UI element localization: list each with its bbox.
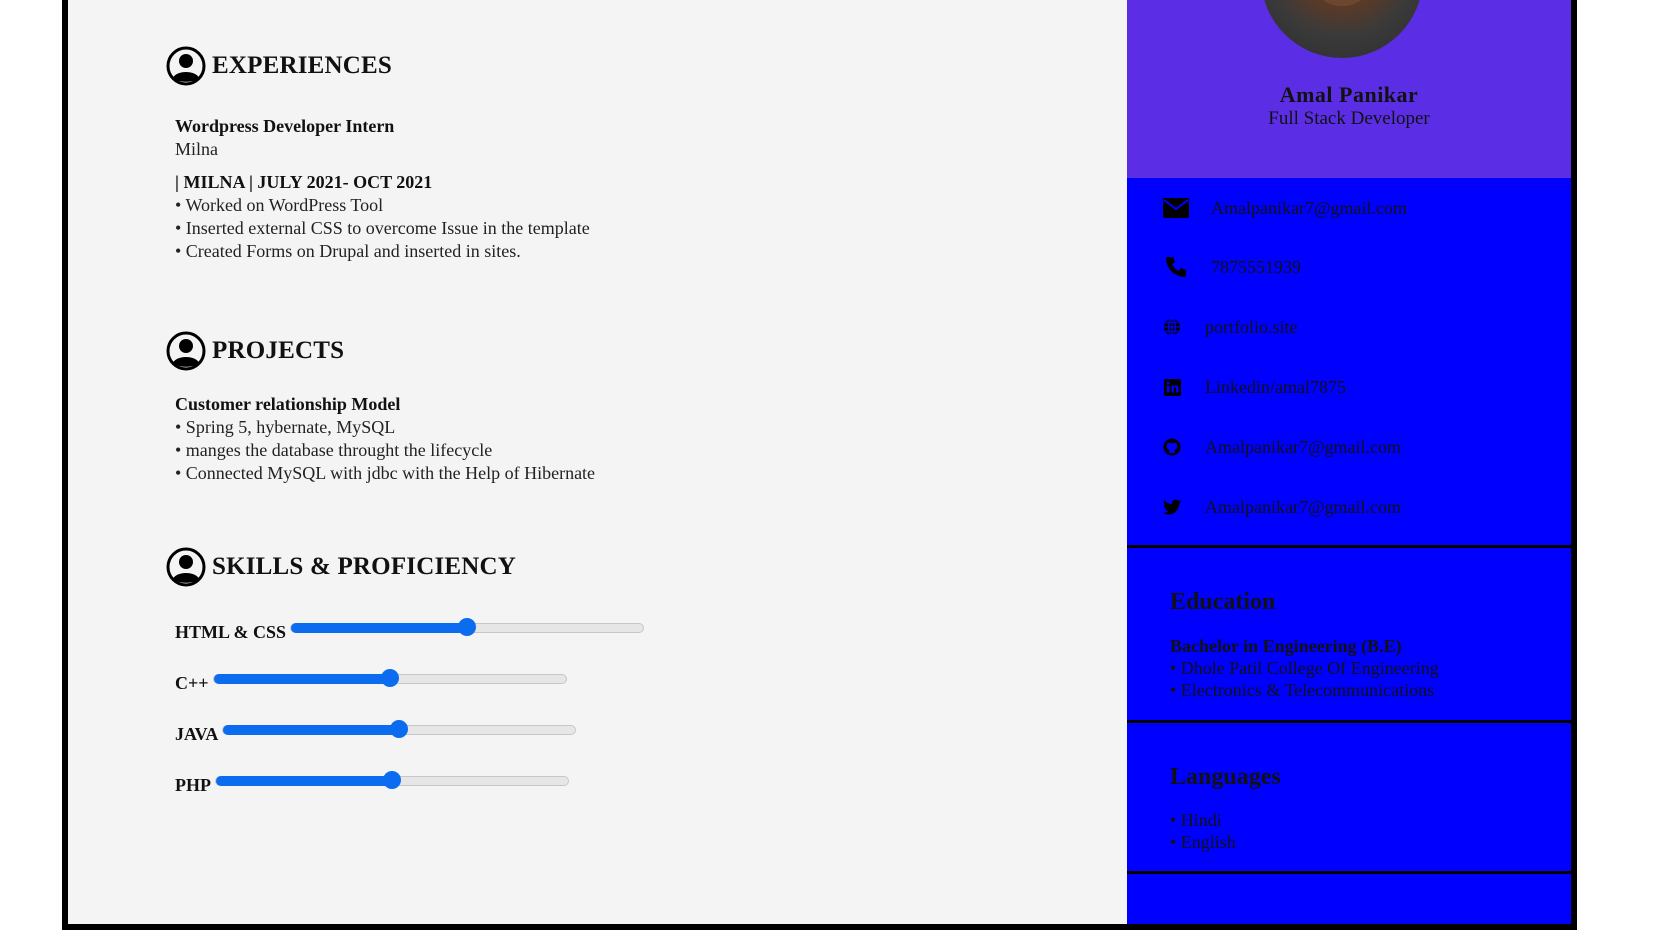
contact-text: portfolio.site <box>1205 316 1298 337</box>
skill-slider[interactable] <box>212 669 567 687</box>
experiences-heading: EXPERIENCES <box>212 52 393 79</box>
experience-bullet: • Worked on WordPress Tool <box>175 195 384 215</box>
skill-label: HTML & CSS <box>175 621 287 642</box>
experience-entry: Wordpress Developer Intern Milna | MILNA… <box>175 115 590 263</box>
profile-role: Full Stack Developer <box>1268 108 1430 129</box>
user-circle-icon <box>166 331 206 371</box>
github-icon <box>1163 434 1181 460</box>
divider <box>1127 545 1571 548</box>
contact-text: Amalpanikar7@gmail.com <box>1205 496 1402 517</box>
user-circle-icon <box>166 46 206 86</box>
skill-slider[interactable] <box>290 618 645 636</box>
education-bullet: • Dhole Patil College Of Engineering <box>1170 658 1439 678</box>
contact-twitter[interactable]: Amalpanikar7@gmail.com <box>1163 494 1401 520</box>
skill-slider[interactable] <box>215 771 569 789</box>
phone-icon <box>1163 254 1189 280</box>
experience-bullet: • Inserted external CSS to overcome Issu… <box>175 218 590 238</box>
education-heading: Education <box>1170 589 1276 615</box>
linkedin-icon <box>1163 374 1181 400</box>
experience-bullet: • Created Forms on Drupal and inserted i… <box>175 241 521 261</box>
contact-text: Linkedin/amal7875 <box>1205 376 1346 397</box>
main-column: EXPERIENCES Wordpress Developer Intern M… <box>68 0 1128 924</box>
education-bullet: • Electronics & Telecommunications <box>1170 680 1435 700</box>
project-bullet: • manges the database throught the lifec… <box>175 440 493 460</box>
resume-frame: EXPERIENCES Wordpress Developer Intern M… <box>62 0 1577 930</box>
skill-row-php: PHP <box>175 766 569 796</box>
contact-text: Amalpanikar7@gmail.com <box>1211 197 1408 218</box>
skills-heading: SKILLS & PROFICIENCY <box>212 553 517 580</box>
projects-heading-row: PROJECTS <box>166 331 344 371</box>
sidebar: Amal Panikar Full Stack Developer Amalpa… <box>1127 0 1571 924</box>
profile-header: Amal Panikar Full Stack Developer <box>1127 0 1571 178</box>
experiences-heading-row: EXPERIENCES <box>166 46 392 86</box>
contact-github[interactable]: Amalpanikar7@gmail.com <box>1163 434 1401 460</box>
contact-linkedin[interactable]: Linkedin/amal7875 <box>1163 374 1346 400</box>
user-circle-icon <box>166 547 206 587</box>
languages-heading: Languages <box>1170 764 1281 790</box>
experience-company: Milna <box>175 139 218 159</box>
skills-heading-row: SKILLS & PROFICIENCY <box>166 547 516 587</box>
projects-heading: PROJECTS <box>212 337 345 364</box>
languages-list: • Hindi • English <box>1170 809 1236 853</box>
experience-period: | MILNA | JULY 2021- OCT 2021 <box>175 172 433 192</box>
twitter-icon <box>1163 494 1181 520</box>
globe-icon <box>1163 314 1181 340</box>
contact-text: Amalpanikar7@gmail.com <box>1205 436 1402 457</box>
skill-row-cpp: C++ <box>175 664 567 694</box>
project-bullet: • Connected MySQL with jdbc with the Hel… <box>175 463 596 483</box>
skill-label: C++ <box>175 672 209 693</box>
education-entry: Bachelor in Engineering (B.E) • Dhole Pa… <box>1170 635 1439 701</box>
language-item: • English <box>1170 832 1236 852</box>
language-item: • Hindi <box>1170 810 1222 830</box>
avatar <box>1261 0 1423 58</box>
contact-text: 7875551939 <box>1211 256 1301 277</box>
project-bullet: • Spring 5, hybernate, MySQL <box>175 417 396 437</box>
skill-row-html-css: HTML & CSS <box>175 613 645 643</box>
education-degree: Bachelor in Engineering (B.E) <box>1170 636 1402 656</box>
experience-title: Wordpress Developer Intern <box>175 116 395 136</box>
divider <box>1127 871 1571 874</box>
skill-slider[interactable] <box>222 720 577 738</box>
envelope-icon <box>1163 195 1189 221</box>
skill-row-java: JAVA <box>175 715 577 745</box>
contact-email[interactable]: Amalpanikar7@gmail.com <box>1163 195 1407 221</box>
project-entry: Customer relationship Model • Spring 5, … <box>175 393 595 485</box>
contact-phone[interactable]: 7875551939 <box>1163 254 1301 280</box>
skill-label: PHP <box>175 774 211 795</box>
project-title: Customer relationship Model <box>175 394 401 414</box>
contact-website[interactable]: portfolio.site <box>1163 314 1298 340</box>
divider <box>1127 720 1571 723</box>
skill-label: JAVA <box>175 723 219 744</box>
profile-name: Amal Panikar <box>1279 82 1419 107</box>
